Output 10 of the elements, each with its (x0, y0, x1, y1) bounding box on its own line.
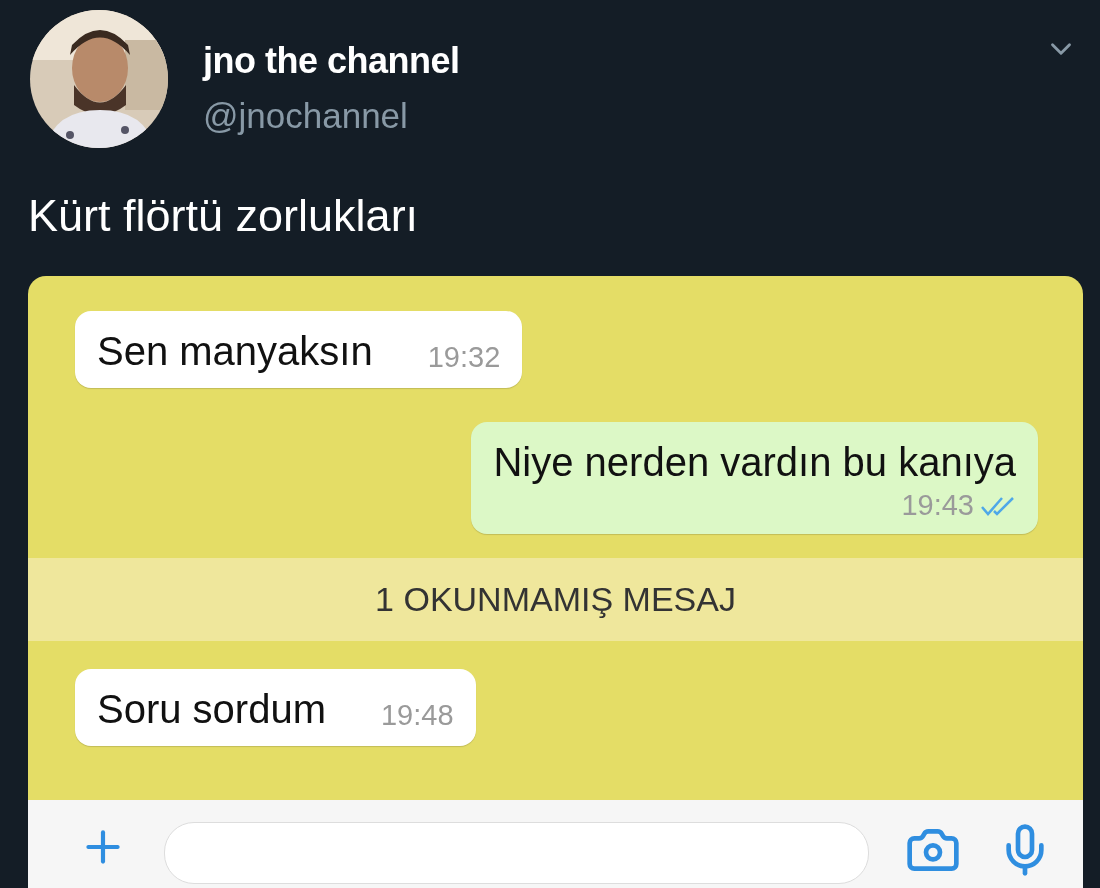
message-text: Sen manyaksın (97, 329, 373, 374)
unread-banner: 1 OKUNMAMIŞ MESAJ (28, 558, 1083, 641)
message-time: 19:48 (381, 699, 454, 732)
message-text: Niye nerden vardın bu kanıya (493, 440, 1016, 485)
author-name[interactable]: jno the channel (203, 40, 1009, 82)
author-handle[interactable]: @jnochannel (203, 96, 1009, 136)
message-text: Soru sordum (97, 687, 326, 732)
message-time: 19:32 (427, 341, 501, 374)
tweet-text: Kürt flörtü zorlukları (27, 189, 420, 243)
message-time: 19:43 (901, 489, 974, 522)
